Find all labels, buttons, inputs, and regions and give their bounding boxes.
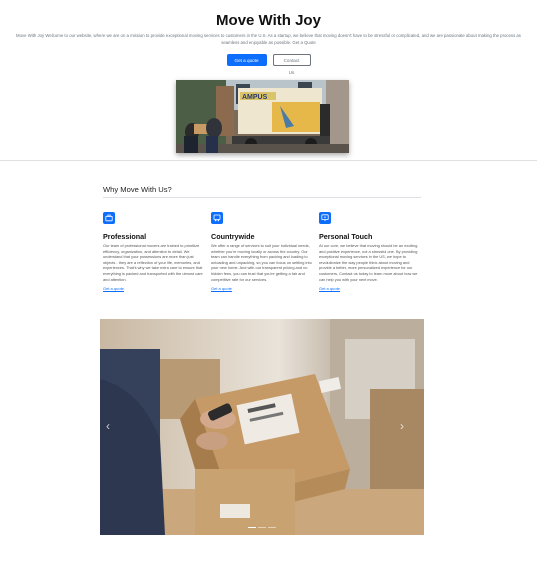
why-section-title: Why Move With Us? bbox=[103, 185, 172, 194]
feature-countrywide: Countrywide We offer a range of services… bbox=[211, 212, 315, 291]
carousel-indicator[interactable] bbox=[268, 526, 276, 528]
briefcase-icon bbox=[103, 212, 115, 224]
carousel-indicators bbox=[100, 526, 424, 528]
truck-logo-text: AMPUS bbox=[242, 94, 268, 101]
contact-us-button[interactable]: Contact Us bbox=[272, 54, 311, 75]
feature-quote-link[interactable]: Get a quote bbox=[103, 286, 207, 291]
truck-icon bbox=[211, 212, 223, 224]
section-divider bbox=[0, 160, 537, 161]
feature-title: Countrywide bbox=[211, 232, 255, 241]
feature-title: Professional bbox=[103, 232, 147, 241]
hero-buttons: Get a quote Contact Us bbox=[0, 54, 537, 75]
carousel-prev-button[interactable]: ‹ bbox=[106, 419, 110, 433]
feature-text: We offer a range of services to suit you… bbox=[211, 243, 312, 282]
feature-title: Personal Touch bbox=[319, 232, 373, 241]
carousel-slide-image bbox=[100, 319, 424, 535]
movers-truck-illustration: AMPUS bbox=[176, 80, 349, 153]
feature-quote-link[interactable]: Get a quote bbox=[211, 286, 315, 291]
carousel-next-button[interactable]: › bbox=[400, 419, 404, 433]
hero-image-movers-truck: AMPUS bbox=[176, 80, 349, 153]
feature-text: At our core, we believe that moving shou… bbox=[319, 243, 418, 282]
get-quote-button[interactable]: Get a quote bbox=[226, 54, 267, 66]
feature-personal-touch: Personal Touch At our core, we believe t… bbox=[319, 212, 423, 291]
chat-icon bbox=[319, 212, 331, 224]
carousel-indicator[interactable] bbox=[258, 526, 266, 528]
carousel-indicator[interactable] bbox=[248, 526, 256, 528]
feature-professional: Professional Our team of professional mo… bbox=[103, 212, 207, 291]
image-carousel: ‹ › bbox=[100, 319, 424, 535]
feature-quote-link[interactable]: Get a quote bbox=[319, 286, 423, 291]
hero-lead-text: Move With Joy Welcome to our website, wh… bbox=[16, 33, 521, 45]
why-title-rule bbox=[103, 197, 421, 198]
feature-text: Our team of professional movers are trai… bbox=[103, 243, 203, 282]
page-title: Move With Joy bbox=[216, 12, 321, 29]
